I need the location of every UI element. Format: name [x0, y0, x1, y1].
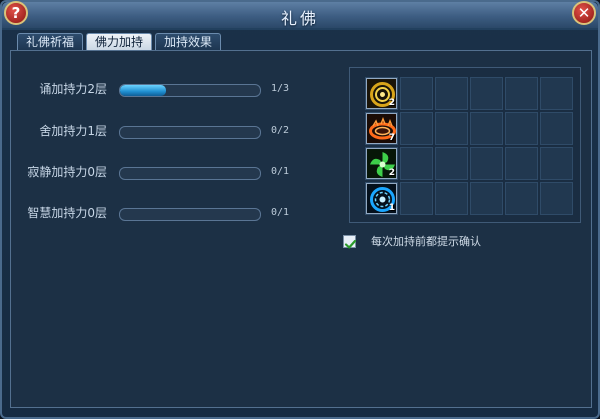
green-pinwheel-icon[interactable]: 2	[366, 148, 397, 179]
blessing-count: 0/2	[271, 125, 290, 136]
blessing-row: 舍加持力1层 0/2	[11, 123, 311, 139]
blessing-progress-bar	[119, 84, 261, 97]
item-slot[interactable]	[470, 147, 503, 180]
tab-bar: 礼佛祈福 佛力加持 加持效果	[17, 33, 222, 51]
blessing-row: 智慧加持力0层 0/1	[11, 205, 311, 221]
item-slot[interactable]	[540, 112, 573, 145]
item-slot[interactable]	[435, 77, 468, 110]
item-count: 1	[388, 203, 395, 213]
tab-blessing-effect[interactable]: 加持效果	[155, 33, 222, 51]
item-slot[interactable]	[540, 182, 573, 215]
item-grid: 2 7 2 1	[349, 67, 581, 223]
blessing-progress-bar	[119, 126, 261, 139]
item-slot[interactable]	[400, 77, 433, 110]
item-slot[interactable]	[400, 147, 433, 180]
blessing-row: 诵加持力2层 1/3	[11, 81, 311, 97]
tab-buddha-power[interactable]: 佛力加持	[86, 33, 153, 51]
blessing-label: 智慧加持力0层	[27, 206, 107, 220]
check-icon	[344, 239, 357, 249]
item-slot[interactable]	[400, 182, 433, 215]
blessing-progress-fill	[120, 85, 167, 96]
confirm-checkbox[interactable]	[343, 235, 357, 249]
fire-ring-icon[interactable]: 7	[366, 113, 397, 144]
item-slot[interactable]: 7	[365, 112, 398, 145]
window-title: 礼佛	[280, 9, 319, 28]
item-slot[interactable]	[435, 147, 468, 180]
confirm-option-label: 每次加持前都提示确认	[371, 235, 481, 248]
item-slot[interactable]	[435, 182, 468, 215]
item-slot[interactable]	[400, 112, 433, 145]
close-icon[interactable]: ✕	[572, 1, 596, 25]
blessing-progress-bar	[119, 167, 261, 180]
content-panel: 诵加持力2层 1/3 舍加持力1层 0/2 寂静加持力0层 0/1 智慧加持力0…	[10, 50, 592, 408]
item-slot[interactable]	[470, 182, 503, 215]
item-slot[interactable]	[540, 77, 573, 110]
item-slot[interactable]	[505, 182, 538, 215]
item-slot[interactable]	[470, 112, 503, 145]
blessing-row: 寂静加持力0层 0/1	[11, 164, 311, 180]
item-slot[interactable]	[470, 77, 503, 110]
blessing-label: 舍加持力1层	[39, 124, 107, 138]
item-slot[interactable]	[505, 147, 538, 180]
item-slot[interactable]	[505, 112, 538, 145]
blue-orb-icon[interactable]: 1	[366, 183, 397, 214]
item-slot[interactable]: 2	[365, 77, 398, 110]
item-slot[interactable]: 1	[365, 182, 398, 215]
blessing-count: 1/3	[271, 83, 290, 94]
item-count: 2	[388, 98, 395, 108]
pray-buddha-window: ? 礼佛 ✕ 礼佛祈福 佛力加持 加持效果 诵加持力2层 1/3 舍加持力1层 …	[0, 0, 600, 419]
item-count: 2	[388, 168, 395, 178]
title-bar[interactable]: ? 礼佛 ✕	[2, 1, 598, 30]
golden-ring-icon[interactable]: 2	[366, 78, 397, 109]
item-slot[interactable]	[540, 147, 573, 180]
blessing-label: 诵加持力2层	[39, 82, 107, 96]
blessing-count: 0/1	[271, 166, 290, 177]
item-count: 7	[388, 133, 395, 143]
blessing-label: 寂静加持力0层	[27, 165, 107, 179]
item-slot[interactable]	[435, 112, 468, 145]
blessing-count: 0/1	[271, 207, 290, 218]
blessing-progress-bar	[119, 208, 261, 221]
item-slot[interactable]: 2	[365, 147, 398, 180]
item-slot[interactable]	[505, 77, 538, 110]
tab-pray-blessing[interactable]: 礼佛祈福	[17, 33, 84, 51]
